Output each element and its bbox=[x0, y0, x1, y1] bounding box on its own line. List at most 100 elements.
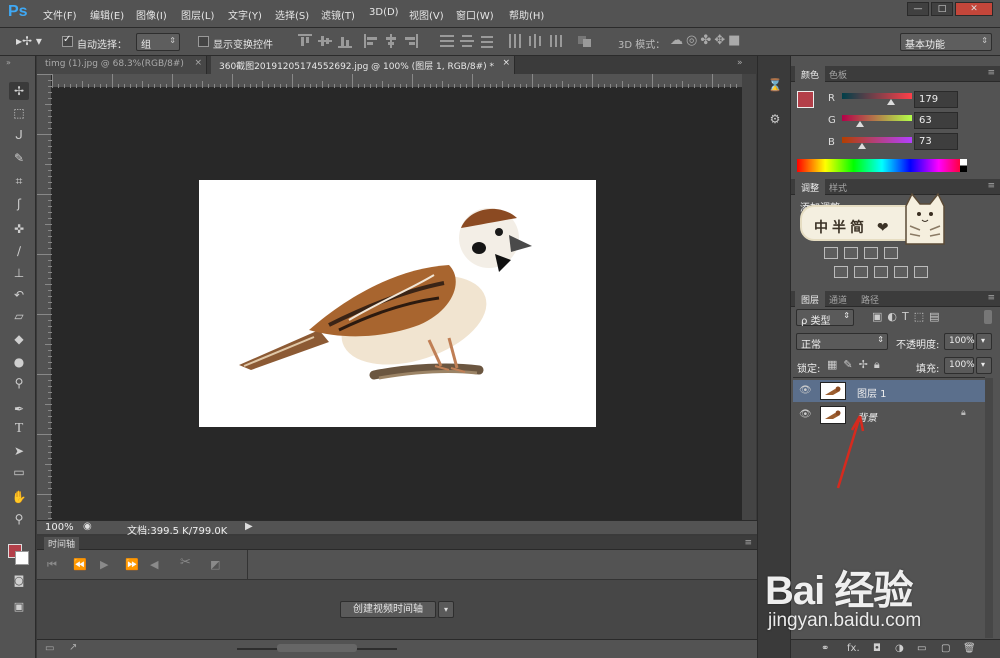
timeline-icon[interactable]: ▭ bbox=[45, 643, 54, 654]
show-transform-checkbox[interactable] bbox=[198, 36, 209, 47]
blue-slider-thumb[interactable] bbox=[858, 143, 867, 149]
next-frame-icon[interactable]: ⏩ bbox=[125, 558, 139, 571]
screen-mode-icon[interactable]: ▣ bbox=[9, 598, 29, 616]
split-scissors-icon[interactable]: ✂ bbox=[180, 555, 191, 570]
distribute-bottom-icon[interactable] bbox=[480, 34, 494, 48]
menu-select[interactable]: 选择(S) bbox=[275, 7, 309, 22]
blue-value[interactable]: 73 bbox=[914, 133, 958, 150]
background-color-swatch[interactable] bbox=[15, 551, 29, 565]
menu-3d[interactable]: 3D(D) bbox=[369, 7, 399, 18]
tab-timg[interactable]: timg (1).jpg @ 68.3%(RGB/8#) × bbox=[37, 56, 207, 74]
stamp-tool-icon[interactable]: ⊥ bbox=[9, 264, 29, 282]
green-slider[interactable] bbox=[842, 115, 912, 121]
close-icon[interactable]: × bbox=[194, 58, 202, 68]
gradient-map-adjustment-icon[interactable] bbox=[914, 266, 928, 278]
brush-tool-icon[interactable]: ∕ bbox=[9, 242, 29, 260]
menu-view[interactable]: 视图(V) bbox=[409, 7, 444, 22]
new-adjustment-layer-icon[interactable]: ◑ bbox=[895, 643, 904, 654]
menu-window[interactable]: 窗口(W) bbox=[456, 7, 494, 22]
tab-layers[interactable]: 图层 bbox=[795, 291, 826, 307]
create-video-timeline-button[interactable]: 创建视频时间轴 bbox=[340, 601, 436, 618]
align-left-icon[interactable] bbox=[364, 34, 378, 48]
menu-type[interactable]: 文字(Y) bbox=[228, 7, 262, 22]
curves-adjustment-icon[interactable] bbox=[844, 247, 858, 259]
eraser-tool-icon[interactable]: ▱ bbox=[9, 307, 29, 325]
distribute-left-icon[interactable] bbox=[508, 34, 522, 48]
3d-mode-icons[interactable]: ☁◎✤✥■ bbox=[670, 33, 743, 48]
delete-layer-icon[interactable]: 🗑︎ bbox=[963, 643, 976, 654]
lock-options-icons[interactable]: ▦✎✢🔒︎ bbox=[827, 358, 886, 372]
posterize-adjustment-icon[interactable] bbox=[874, 266, 888, 278]
vertical-scrollbar[interactable] bbox=[742, 74, 756, 520]
filter-toggle-switch[interactable] bbox=[984, 310, 992, 324]
move-tool-preset-icon[interactable]: ▸✢ ▾ bbox=[16, 34, 42, 48]
new-layer-icon[interactable]: ▢ bbox=[941, 643, 950, 654]
layer-filter-dropdown[interactable]: ρ 类型 ⇕ bbox=[796, 309, 854, 327]
menu-image[interactable]: 图像(I) bbox=[136, 7, 167, 22]
visibility-eye-icon[interactable]: 👁︎ bbox=[799, 385, 812, 396]
vibrance-adjustment-icon[interactable] bbox=[884, 247, 898, 259]
minimize-button[interactable]: — bbox=[907, 2, 929, 16]
status-menu-arrow-icon[interactable]: ▶ bbox=[245, 521, 253, 532]
auto-select-dropdown[interactable]: 组 ⇕ bbox=[136, 33, 180, 51]
audio-icon[interactable]: ◀ bbox=[150, 558, 158, 571]
shape-tool-icon[interactable]: ▭ bbox=[9, 463, 29, 481]
layer-filter-type-icons[interactable]: ▣◐T⬚▤ bbox=[872, 310, 945, 323]
auto-select-checkbox[interactable] bbox=[62, 34, 73, 47]
history-brush-tool-icon[interactable]: ↶ bbox=[9, 286, 29, 304]
zoom-tool-icon[interactable]: ⚲ bbox=[9, 510, 29, 528]
document-image[interactable] bbox=[199, 180, 596, 427]
eyedropper-tool-icon[interactable]: ʃ bbox=[9, 195, 29, 213]
tab-styles[interactable]: 样式 bbox=[823, 179, 853, 195]
photo-filter-adjustment-icon[interactable] bbox=[834, 266, 848, 278]
move-tool-icon[interactable]: ✢ bbox=[9, 82, 29, 100]
layer-name[interactable]: 图层 1 bbox=[857, 385, 887, 400]
quick-select-tool-icon[interactable]: ✎ bbox=[9, 149, 29, 167]
lasso-tool-icon[interactable]: ᒍ bbox=[9, 126, 29, 144]
properties-panel-icon[interactable]: ⚙ bbox=[767, 112, 783, 128]
transition-icon[interactable]: ◩ bbox=[210, 558, 220, 571]
align-hcenter-icon[interactable] bbox=[384, 34, 398, 48]
tabs-overflow-icon[interactable]: » bbox=[737, 58, 743, 68]
panel-menu-icon[interactable]: ≡ bbox=[744, 538, 752, 548]
type-tool-icon[interactable]: T bbox=[9, 420, 29, 438]
add-mask-icon[interactable]: ◘ bbox=[873, 643, 881, 654]
red-slider-thumb[interactable] bbox=[887, 99, 895, 105]
align-bottom-icon[interactable] bbox=[338, 34, 352, 48]
first-frame-icon[interactable]: ⏮ bbox=[47, 558, 57, 572]
exposure-adjustment-icon[interactable] bbox=[864, 247, 878, 259]
timeline-title[interactable]: 时间轴 bbox=[44, 537, 80, 550]
distribute-vcenter-icon[interactable] bbox=[460, 34, 474, 48]
menu-help[interactable]: 帮助(H) bbox=[509, 7, 544, 22]
tab-color[interactable]: 颜色 bbox=[795, 66, 826, 82]
foreground-color[interactable] bbox=[797, 91, 814, 108]
distribute-hcenter-icon[interactable] bbox=[528, 34, 542, 48]
panel-menu-icon[interactable]: ≡ bbox=[987, 68, 995, 78]
distribute-top-icon[interactable] bbox=[440, 34, 454, 48]
hand-tool-icon[interactable]: ✋ bbox=[9, 488, 29, 506]
workspace-dropdown[interactable]: 基本功能 ⇕ bbox=[900, 33, 992, 51]
tab-swatches[interactable]: 色板 bbox=[823, 66, 853, 82]
layer-row-background[interactable]: 👁︎ 背景 🔒︎ bbox=[793, 404, 985, 426]
layer-row-layer1[interactable]: 👁︎ 图层 1 bbox=[793, 380, 985, 402]
auto-align-icon[interactable] bbox=[578, 34, 592, 48]
blend-mode-dropdown[interactable]: 正常 ⇕ bbox=[796, 333, 888, 351]
previous-frame-icon[interactable]: ⏪ bbox=[73, 558, 87, 571]
quick-mask-icon[interactable]: ◙ bbox=[9, 572, 29, 590]
pen-tool-icon[interactable]: ✒ bbox=[9, 400, 29, 418]
color-spectrum[interactable] bbox=[797, 159, 967, 172]
tab-channels[interactable]: 通道 bbox=[823, 291, 853, 307]
path-select-tool-icon[interactable]: ➤ bbox=[9, 442, 29, 460]
red-value[interactable]: 179 bbox=[914, 91, 958, 108]
panel-menu-icon[interactable]: ≡ bbox=[987, 181, 995, 191]
new-group-icon[interactable]: ▭ bbox=[917, 643, 926, 654]
channel-mixer-adjustment-icon[interactable] bbox=[854, 266, 868, 278]
maximize-button[interactable]: □ bbox=[931, 2, 953, 16]
menu-layer[interactable]: 图层(L) bbox=[181, 7, 214, 22]
timeline-mode-dropdown[interactable]: ▾ bbox=[438, 601, 454, 618]
marquee-tool-icon[interactable]: ⬚ bbox=[9, 104, 29, 122]
visibility-eye-icon[interactable]: 👁︎ bbox=[799, 409, 812, 420]
align-top-icon[interactable] bbox=[298, 34, 312, 48]
blue-slider[interactable] bbox=[842, 137, 912, 143]
link-layers-icon[interactable]: ⚭ bbox=[821, 643, 829, 654]
